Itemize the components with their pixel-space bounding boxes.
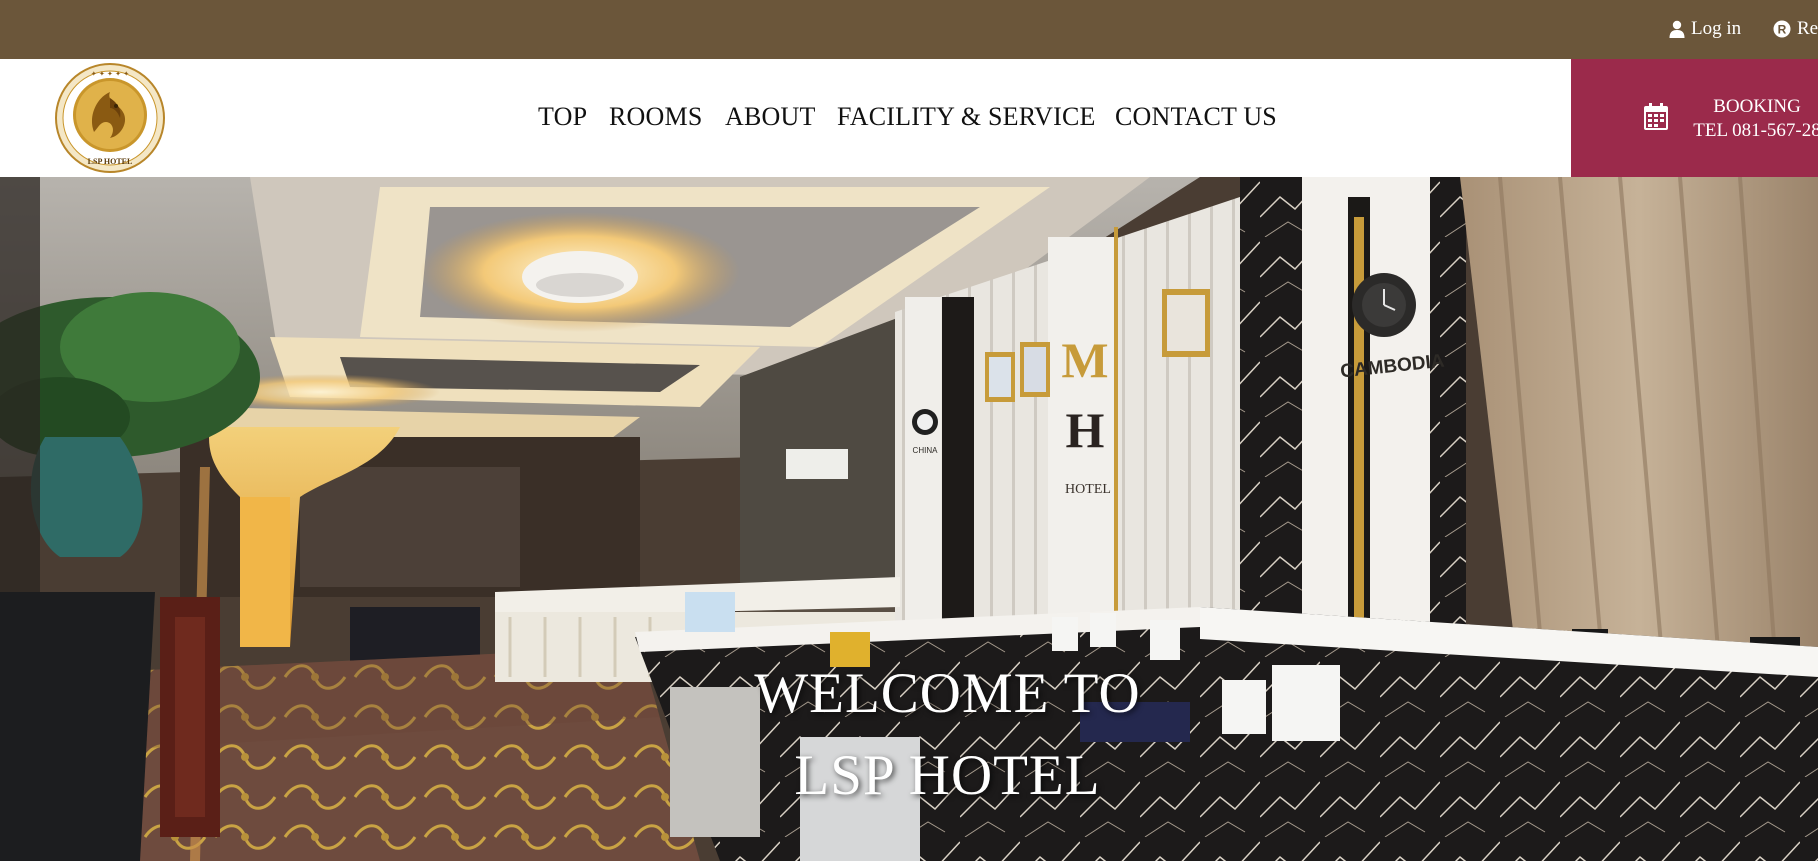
wall-letter-m: M xyxy=(1061,332,1108,388)
registered-icon: R xyxy=(1773,20,1791,38)
nav-rooms[interactable]: ROOMS xyxy=(609,102,702,132)
user-icon xyxy=(1669,20,1685,38)
booking-phone: TEL 081-567-28 xyxy=(1693,120,1818,141)
clock-label-china: CHINA xyxy=(913,446,939,455)
wall-word-hotel: HOTEL xyxy=(1065,482,1111,497)
hero-title-line1: WELCOME TO xyxy=(754,662,1141,725)
register-link[interactable]: R Re xyxy=(1773,18,1818,40)
nav-about[interactable]: ABOUT xyxy=(725,102,816,132)
nav-facility-service[interactable]: FACILITY & SERVICE xyxy=(837,102,1096,132)
login-label: Log in xyxy=(1691,18,1742,39)
register-label: Re xyxy=(1797,18,1818,39)
nav-contact-us[interactable]: CONTACT US xyxy=(1115,102,1277,132)
hero-banner: M H HOTEL CAMBODIA CHINA WELCOME TO LSP … xyxy=(0,177,1818,861)
hero-title-line2: LSP HOTEL xyxy=(794,744,1101,807)
wall-letter-h: H xyxy=(1066,402,1105,458)
booking-label: BOOKING xyxy=(1713,96,1801,117)
top-utility-bar: Log in R Re xyxy=(0,0,1818,59)
calendar-icon xyxy=(1644,103,1668,130)
svg-text:R: R xyxy=(1778,23,1787,37)
booking-text: BOOKING TEL 081-567-28 xyxy=(1682,95,1818,143)
login-link[interactable]: Log in xyxy=(1669,18,1741,40)
booking-button[interactable]: BOOKING TEL 081-567-28 xyxy=(1571,59,1818,177)
site-header: ✦ ✦ ✦ ✦ ✦ LSP HOTEL TOP ROOMS ABOUT FACI… xyxy=(0,59,1818,177)
nav-top[interactable]: TOP xyxy=(538,102,587,132)
hero-title: WELCOME TO LSP HOTEL xyxy=(0,653,1818,817)
main-nav: TOP ROOMS ABOUT FACILITY & SERVICE CONTA… xyxy=(0,59,1571,177)
